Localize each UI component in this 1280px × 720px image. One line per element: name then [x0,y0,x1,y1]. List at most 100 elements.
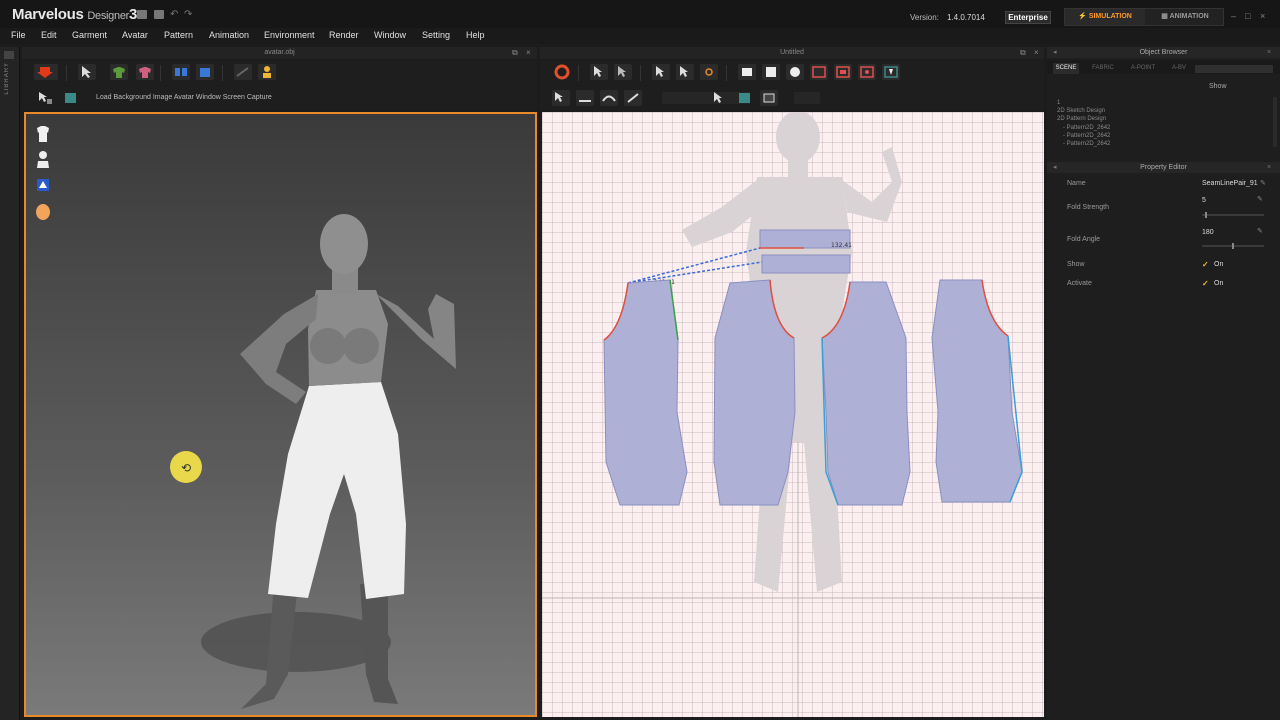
pants-garment[interactable] [268,382,406,599]
texture-icon[interactable] [62,90,80,106]
animation-mode-button[interactable]: ▦ ANIMATION [1145,9,1225,25]
pattern-piece-front-right[interactable] [931,279,1023,503]
zoom-slot[interactable] [794,92,820,104]
seam-line-pair[interactable] [627,247,761,284]
pattern-waistband-bottom[interactable] [761,254,851,274]
panel-3d-close-icon[interactable]: × [526,47,531,59]
rectangle-icon[interactable] [762,64,780,80]
panel-close-icon[interactable]: × [1267,47,1271,58]
menu-avatar[interactable]: Avatar [122,30,148,40]
tab-a-point[interactable]: A-POINT [1123,63,1163,74]
fold-angle-slider[interactable] [1202,243,1264,249]
avatar-skin-icon[interactable] [34,202,52,222]
open-icon[interactable] [154,10,164,19]
circle-icon[interactable] [786,64,804,80]
menu-setting[interactable]: Setting [422,30,450,40]
garment-select-icon[interactable] [110,64,128,80]
internal-circle-icon[interactable] [858,64,876,80]
free-sewing-icon[interactable] [600,90,618,106]
edit-pencil-icon[interactable]: ✎ [1257,227,1263,235]
menu-pattern[interactable]: Pattern [164,30,193,40]
tree-item-pattern[interactable]: - Pattern2D_2642 [1063,125,1110,131]
prop-name-value[interactable]: SeamLinePair_91 [1202,180,1258,187]
show-filter-label[interactable]: Show [1209,83,1227,90]
edit-curvature-icon[interactable] [652,64,670,80]
tab-scene[interactable]: SCENE [1053,63,1079,74]
garment-edit-icon[interactable] [136,64,154,80]
tree-item-2d-pattern[interactable]: 2D Pattern Design [1057,116,1106,122]
texture-2d-icon[interactable] [736,90,754,106]
maximize-icon[interactable]: □ [1245,12,1253,21]
browser-scrollbar[interactable] [1273,97,1277,147]
segment-sewing-icon[interactable] [576,90,594,106]
mode-switch: ⚡ SIMULATION ▦ ANIMATION [1064,8,1224,26]
grid-toggle-icon[interactable] [760,90,778,106]
dart-icon[interactable] [882,64,900,80]
menu-environment[interactable]: Environment [264,30,315,40]
tab-fabric[interactable]: FABRIC [1087,63,1119,74]
panel-2d-float-icon[interactable]: ⧉ [1020,47,1026,59]
prop-fold-angle-value[interactable]: 180 [1202,229,1214,236]
avatar-pose-icon[interactable] [258,64,276,80]
tab-filter-box[interactable] [1195,65,1273,73]
tack-icon[interactable] [624,90,642,106]
menu-animation[interactable]: Animation [209,30,249,40]
edit-point-icon[interactable] [614,64,632,80]
pin-icon[interactable]: ◂ [1053,47,1057,58]
menu-edit[interactable]: Edit [41,30,57,40]
menu-render[interactable]: Render [329,30,359,40]
simulation-refresh-icon[interactable] [552,64,570,80]
close-icon[interactable]: × [1260,12,1268,21]
library-strip[interactable] [0,47,20,720]
panel-2d-close-icon[interactable]: × [1034,47,1039,59]
select-mesh-icon[interactable] [36,90,54,106]
save-icon[interactable] [137,10,147,19]
fold-strength-slider[interactable] [1202,212,1264,218]
panel-3d-float-icon[interactable]: ⧉ [512,47,518,59]
menu-window[interactable]: Window [374,30,406,40]
circle-point-icon[interactable] [700,64,718,80]
edit-sewing-icon[interactable] [552,90,570,106]
menu-file[interactable]: File [11,30,26,40]
tree-item-2d-sketch[interactable]: 2D Sketch Design [1057,108,1105,114]
redo-icon[interactable]: ↷ [184,9,192,20]
panel-close-icon[interactable]: × [1267,162,1271,173]
tree-item-pattern[interactable]: - Pattern2D_2642 [1063,133,1110,139]
simulation-mode-button[interactable]: ⚡ SIMULATION [1065,9,1145,25]
edit-pencil-icon[interactable]: ✎ [1260,179,1266,187]
seam-line-pair[interactable] [627,261,763,284]
undo-icon[interactable]: ↶ [170,9,178,20]
library-pin-icon[interactable] [4,51,14,59]
activate-checkbox[interactable]: ✓ [1202,280,1210,288]
arrangement-point-icon[interactable] [196,64,214,80]
show-texture-icon[interactable] [34,176,52,194]
simulate-down-icon[interactable] [34,64,58,80]
pin-icon[interactable]: ◂ [1053,162,1057,173]
edit-pencil-icon[interactable]: ✎ [1257,195,1263,203]
slider-knob[interactable] [1205,212,1207,218]
tree-item-pattern[interactable]: - Pattern2D_2642 [1063,141,1110,147]
arrange-icon[interactable] [172,64,190,80]
pin-icon[interactable] [234,64,252,80]
slider-knob[interactable] [1232,243,1234,249]
select-2d-icon[interactable] [710,90,728,106]
polygon-icon[interactable] [738,64,756,80]
select-move-icon[interactable] [78,64,96,80]
internal-polygon-icon[interactable] [810,64,828,80]
add-point-icon[interactable] [676,64,694,80]
object-browser-header: Object Browser ◂ × [1047,47,1280,58]
show-checkbox[interactable]: ✓ [1202,261,1210,269]
minimize-icon[interactable]: – [1231,12,1239,21]
internal-rectangle-icon[interactable] [834,64,852,80]
pattern-window-2d[interactable]: 132.41 140.11 [542,112,1044,717]
tree-item[interactable]: 1 [1057,100,1060,106]
transform-pattern-icon[interactable] [590,64,608,80]
prop-name-label: Name [1067,180,1086,187]
viewport-3d[interactable]: ⟲ [24,112,537,717]
menu-help[interactable]: Help [466,30,485,40]
menu-garment[interactable]: Garment [72,30,107,40]
tab-a-bv[interactable]: A-BV [1165,63,1193,74]
show-garment-icon[interactable] [34,124,52,144]
prop-fold-strength-value[interactable]: 5 [1202,197,1206,204]
show-avatar-icon[interactable] [34,150,52,170]
